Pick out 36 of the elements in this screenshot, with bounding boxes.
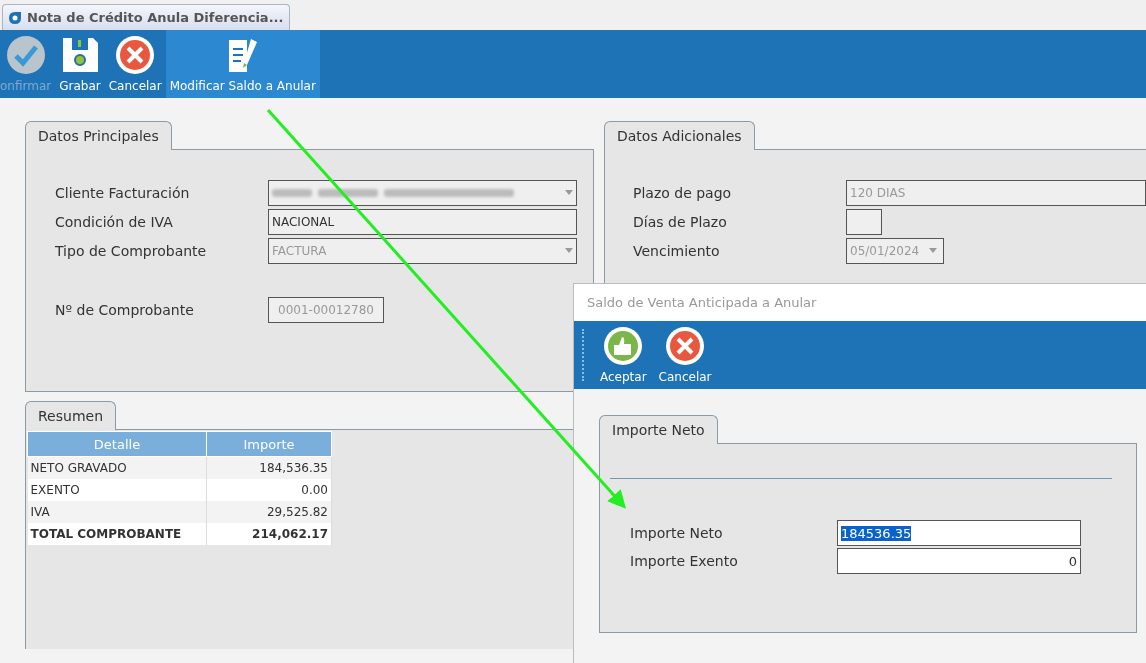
table-cell: NETO GRAVADO xyxy=(27,456,207,479)
text-field[interactable]: NACIONAL xyxy=(268,208,577,235)
field-label: Días de Plazo xyxy=(633,213,728,230)
field-label: Importe Neto xyxy=(630,525,724,541)
toolbar-button[interactable]: Aceptar xyxy=(596,326,651,384)
text-field[interactable]: 184536.35 xyxy=(837,520,1081,546)
panel-tab[interactable]: Importe Neto xyxy=(599,415,718,444)
table-cell: 29,525.82 xyxy=(206,501,332,523)
field-label: Condición de IVA xyxy=(55,213,174,230)
field-label: Nº de Comprobante xyxy=(55,301,195,318)
text-field[interactable] xyxy=(846,208,882,235)
field-label: Cliente Facturación xyxy=(55,184,191,201)
toolbar-button[interactable]: Grabar xyxy=(55,30,105,98)
toolbar-button[interactable]: Cancelar xyxy=(654,326,716,384)
close-icon xyxy=(115,35,156,75)
field-label: Importe Exento xyxy=(630,553,739,569)
field-label: Plazo de pago xyxy=(633,184,733,201)
panel-tab[interactable]: Datos Adicionales xyxy=(604,121,755,150)
panel-tab[interactable]: Datos Principales xyxy=(25,121,172,150)
panel-tab[interactable]: Resumen xyxy=(25,401,116,430)
toolbar-button[interactable]: Cancelar xyxy=(104,30,166,98)
field-label: Tipo de Comprobante xyxy=(55,242,208,259)
table-cell: EXENTO xyxy=(27,479,207,501)
field-label: Vencimiento xyxy=(633,242,721,259)
thumbs-up-icon xyxy=(603,326,644,366)
close-icon xyxy=(665,326,706,366)
table-cell: 214,062.17 xyxy=(206,523,332,545)
dialog-title: Saldo de Venta Anticipada a Anular xyxy=(574,284,1146,321)
table-cell: TOTAL COMPROBANTE xyxy=(27,523,207,545)
toolbar-button[interactable]: Modificar Saldo a Anular xyxy=(165,30,320,98)
text-field[interactable]: 0 xyxy=(837,548,1081,574)
check-icon xyxy=(5,35,46,75)
app-logo-icon xyxy=(7,9,23,26)
table-cell: 0.00 xyxy=(206,479,332,501)
document-tab[interactable]: Nota de Crédito Anula Diferencia... xyxy=(2,4,291,30)
table-cell: IVA xyxy=(27,501,207,523)
